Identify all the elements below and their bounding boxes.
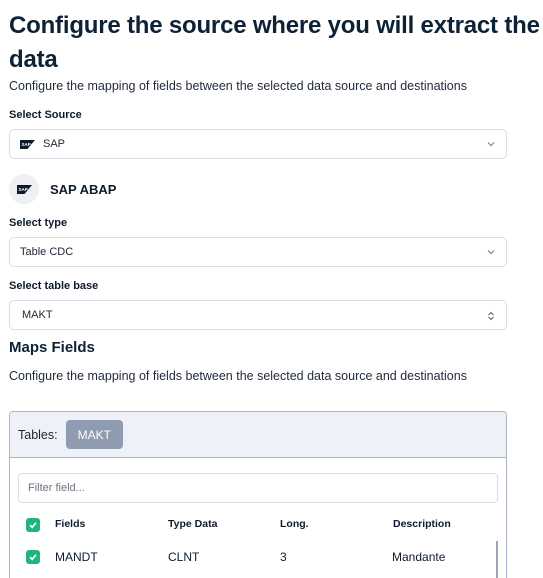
page-subtitle: Configure the mapping of fields between … bbox=[9, 79, 467, 93]
source-select-value: SAP bbox=[43, 138, 66, 150]
select-table-base-label: Select table base bbox=[9, 280, 99, 292]
column-header-type-data[interactable]: Type Data bbox=[168, 518, 217, 530]
table-scrollbar[interactable] bbox=[496, 541, 498, 578]
connector-header: SAP SAP ABAP bbox=[9, 174, 116, 204]
type-select[interactable]: Table CDC bbox=[9, 237, 507, 267]
table-base-select[interactable]: MAKT bbox=[9, 300, 507, 330]
table-row[interactable]: MANDT CLNT 3 Mandante bbox=[10, 549, 506, 575]
maps-fields-title: Maps Fields bbox=[9, 339, 95, 356]
chevron-down-icon bbox=[487, 142, 495, 147]
table-chip-makt[interactable]: MAKT bbox=[65, 420, 123, 449]
row-long: 3 bbox=[280, 550, 287, 564]
svg-text:SAP: SAP bbox=[22, 142, 31, 147]
sap-logo-icon: SAP bbox=[20, 139, 35, 149]
select-source-label: Select Source bbox=[9, 109, 82, 121]
source-select[interactable]: SAP SAP bbox=[9, 129, 507, 159]
tables-panel: Tables: MAKT Fields Type Data Long. Desc… bbox=[9, 411, 507, 578]
page: Configure the source where you will extr… bbox=[0, 0, 543, 578]
tables-label: Tables: bbox=[18, 427, 58, 442]
check-icon bbox=[29, 522, 37, 529]
filter-field-input[interactable] bbox=[18, 473, 498, 503]
maps-fields-description: Configure the mapping of fields between … bbox=[9, 369, 467, 383]
check-icon bbox=[29, 554, 37, 561]
connector-title: SAP ABAP bbox=[50, 181, 117, 197]
select-type-label: Select type bbox=[9, 217, 68, 229]
fields-table-header: Fields Type Data Long. Description bbox=[10, 517, 506, 543]
row-description: Mandante bbox=[392, 550, 446, 564]
sap-logo-icon: SAP bbox=[16, 184, 32, 194]
row-type-data: CLNT bbox=[168, 550, 200, 564]
row-field: MANDT bbox=[55, 550, 98, 564]
row-checkbox[interactable] bbox=[26, 550, 40, 564]
type-select-value: Table CDC bbox=[20, 246, 74, 258]
chevron-down-icon bbox=[487, 250, 495, 255]
table-base-select-value: MAKT bbox=[22, 309, 53, 321]
column-header-fields[interactable]: Fields bbox=[55, 518, 85, 530]
chevron-up-down-icon bbox=[488, 311, 494, 321]
page-title: Configure the source where you will extr… bbox=[9, 12, 540, 73]
tables-header: Tables: MAKT bbox=[10, 412, 506, 458]
column-header-description[interactable]: Description bbox=[393, 518, 451, 530]
select-all-checkbox[interactable] bbox=[26, 518, 40, 532]
column-header-long[interactable]: Long. bbox=[280, 518, 309, 530]
svg-text:SAP: SAP bbox=[18, 187, 27, 192]
connector-avatar: SAP bbox=[9, 174, 39, 204]
